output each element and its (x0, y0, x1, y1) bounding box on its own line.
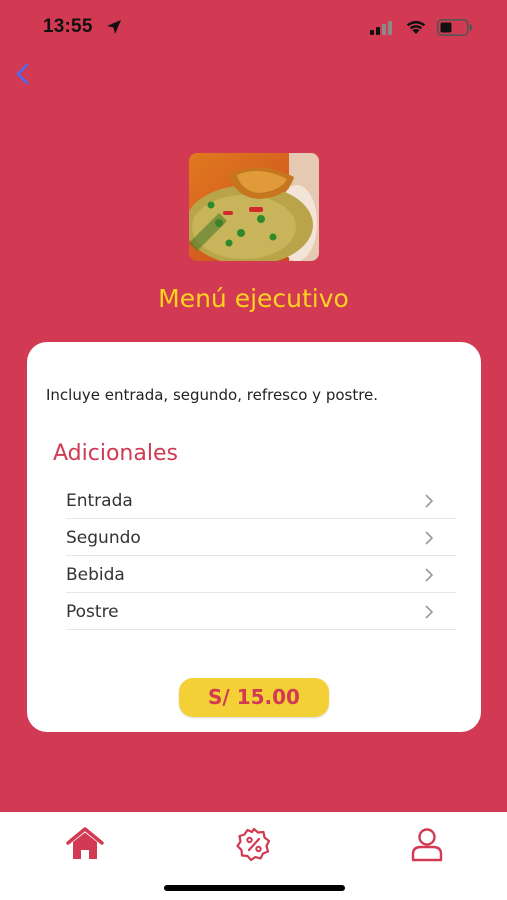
wifi-icon (406, 20, 426, 34)
product-title: Menú ejecutivo (158, 284, 349, 313)
additional-item-label: Postre (66, 602, 119, 622)
chevron-right-icon (425, 605, 434, 619)
tab-home[interactable] (65, 826, 105, 862)
home-icon (66, 827, 104, 859)
screen-background: 13:55 Menú ejecutivo Incluye entrada, se… (0, 0, 507, 812)
additional-item-entrada[interactable]: Entrada (66, 482, 456, 519)
additional-item-label: Bebida (66, 565, 125, 585)
additional-item-bebida[interactable]: Bebida (66, 556, 456, 593)
product-description: Incluye entrada, segundo, refresco y pos… (46, 386, 379, 404)
home-indicator (164, 885, 345, 891)
dish-image (189, 153, 319, 261)
additionals-list: Entrada Segundo Bebida Postre (66, 482, 456, 630)
additional-item-postre[interactable]: Postre (66, 593, 456, 630)
user-icon (411, 828, 443, 862)
tab-promos[interactable] (234, 826, 274, 862)
product-card: Incluye entrada, segundo, refresco y pos… (27, 342, 481, 732)
chevron-right-icon (425, 531, 434, 545)
status-bar: 13:55 (0, 0, 507, 56)
chevron-right-icon (425, 568, 434, 582)
chevron-left-icon (16, 63, 29, 85)
discount-badge-icon (236, 827, 271, 862)
back-button[interactable] (8, 58, 36, 90)
tab-profile[interactable] (407, 826, 447, 862)
status-time: 13:55 (43, 16, 93, 37)
cellular-signal-icon (370, 21, 392, 35)
additional-item-label: Segundo (66, 528, 141, 548)
additionals-title: Adicionales (53, 441, 178, 466)
location-arrow-icon (107, 20, 121, 34)
additional-item-label: Entrada (66, 491, 133, 511)
chevron-right-icon (425, 494, 434, 508)
battery-icon (437, 19, 472, 36)
additional-item-segundo[interactable]: Segundo (66, 519, 456, 556)
price-button[interactable]: S/ 15.00 (179, 678, 329, 717)
tab-bar (0, 812, 507, 900)
